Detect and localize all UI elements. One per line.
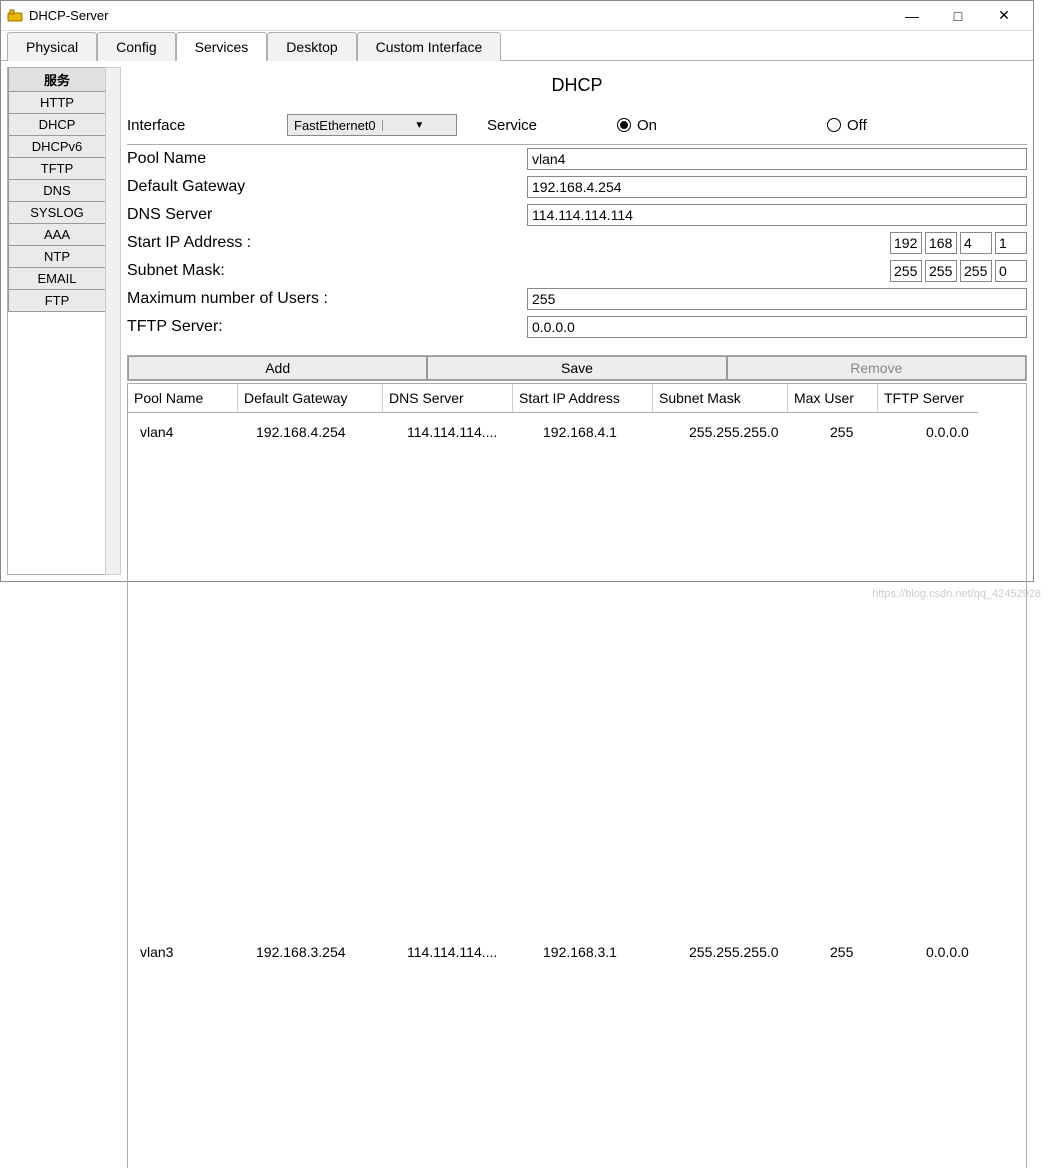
service-on-radio[interactable] xyxy=(617,118,631,132)
chevron-down-icon: ▼ xyxy=(382,120,456,131)
maximize-button[interactable]: □ xyxy=(935,1,981,31)
table-row[interactable]: vlan4192.168.4.254114.114.114....192.168… xyxy=(128,413,1026,933)
table-header[interactable]: TFTP Server xyxy=(878,384,978,413)
dns-label: DNS Server xyxy=(127,206,527,224)
table-header[interactable]: Start IP Address xyxy=(513,384,653,413)
minimize-button[interactable]: — xyxy=(889,1,935,31)
app-icon xyxy=(7,8,23,24)
service-label: Service xyxy=(487,117,607,134)
subnet-label: Subnet Mask: xyxy=(127,262,527,280)
sidebar-item-aaa[interactable]: AAA xyxy=(8,224,106,246)
max-users-input[interactable] xyxy=(527,288,1027,310)
table-row[interactable]: vlan3192.168.3.254114.114.114....192.168… xyxy=(128,933,1026,1168)
sidebar-scrollbar[interactable] xyxy=(105,67,121,575)
start-ip-oct3[interactable] xyxy=(960,232,992,254)
service-off-radio[interactable] xyxy=(827,118,841,132)
remove-button[interactable]: Remove xyxy=(727,356,1026,380)
sidebar-header: 服务 xyxy=(8,68,106,92)
table-header[interactable]: DNS Server xyxy=(383,384,513,413)
sidebar-item-http[interactable]: HTTP xyxy=(8,92,106,114)
tftp-input[interactable] xyxy=(527,316,1027,338)
table-header[interactable]: Subnet Mask xyxy=(653,384,788,413)
interface-select[interactable]: FastEthernet0 ▼ xyxy=(287,114,457,136)
sidebar-item-dns[interactable]: DNS xyxy=(8,180,106,202)
window-title: DHCP-Server xyxy=(29,8,889,23)
pool-table: Pool NameDefault GatewayDNS ServerStart … xyxy=(127,383,1027,1168)
sidebar-item-ftp[interactable]: FTP xyxy=(8,290,106,312)
dns-input[interactable] xyxy=(527,204,1027,226)
interface-label: Interface xyxy=(127,117,277,134)
tab-services[interactable]: Services xyxy=(176,32,268,61)
main-panel: DHCP Interface FastEthernet0 ▼ Service O… xyxy=(127,67,1027,575)
tftp-label: TFTP Server: xyxy=(127,318,527,336)
sidebar-item-dhcp[interactable]: DHCP xyxy=(8,114,106,136)
on-label: On xyxy=(637,117,657,134)
sidebar-item-ntp[interactable]: NTP xyxy=(8,246,106,268)
max-users-label: Maximum number of Users : xyxy=(127,290,527,308)
table-header[interactable]: Max User xyxy=(788,384,878,413)
main-tabs: PhysicalConfigServicesDesktopCustom Inte… xyxy=(1,31,1033,61)
tab-custom-interface[interactable]: Custom Interface xyxy=(357,32,502,61)
table-header[interactable]: Pool Name xyxy=(128,384,238,413)
close-button[interactable]: ✕ xyxy=(981,1,1027,31)
titlebar: DHCP-Server — □ ✕ xyxy=(1,1,1033,31)
page-title: DHCP xyxy=(127,75,1027,96)
start-ip-oct4[interactable] xyxy=(995,232,1027,254)
off-label: Off xyxy=(847,117,867,134)
gateway-input[interactable] xyxy=(527,176,1027,198)
subnet-oct4[interactable] xyxy=(995,260,1027,282)
add-button[interactable]: Add xyxy=(128,356,427,380)
sidebar-item-tftp[interactable]: TFTP xyxy=(8,158,106,180)
start-ip-label: Start IP Address : xyxy=(127,234,527,252)
save-button[interactable]: Save xyxy=(427,356,726,380)
subnet-oct3[interactable] xyxy=(960,260,992,282)
interface-value: FastEthernet0 xyxy=(288,118,382,133)
start-ip-oct2[interactable] xyxy=(925,232,957,254)
tab-desktop[interactable]: Desktop xyxy=(267,32,356,61)
watermark: https://blog.csdn.net/qq_42452928 xyxy=(872,588,1041,600)
pool-name-label: Pool Name xyxy=(127,150,527,168)
pool-name-input[interactable] xyxy=(527,148,1027,170)
sidebar-item-syslog[interactable]: SYSLOG xyxy=(8,202,106,224)
services-sidebar: 服务HTTPDHCPDHCPv6TFTPDNSSYSLOGAAANTPEMAIL… xyxy=(7,67,121,575)
subnet-oct2[interactable] xyxy=(925,260,957,282)
tab-physical[interactable]: Physical xyxy=(7,32,97,61)
start-ip-oct1[interactable] xyxy=(890,232,922,254)
subnet-oct1[interactable] xyxy=(890,260,922,282)
gateway-label: Default Gateway xyxy=(127,178,527,196)
sidebar-item-dhcpv6[interactable]: DHCPv6 xyxy=(8,136,106,158)
tab-config[interactable]: Config xyxy=(97,32,175,61)
app-window: DHCP-Server — □ ✕ PhysicalConfigServices… xyxy=(0,0,1034,582)
table-header[interactable]: Default Gateway xyxy=(238,384,383,413)
sidebar-item-email[interactable]: EMAIL xyxy=(8,268,106,290)
